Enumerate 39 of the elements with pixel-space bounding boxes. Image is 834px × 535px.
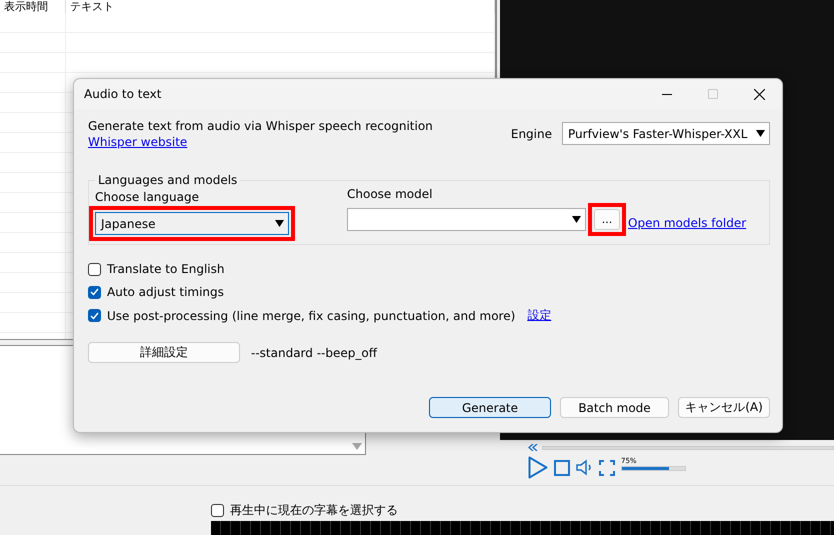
- engine-dropdown[interactable]: Purfview's Faster-Whisper-XXL: [562, 122, 770, 145]
- checkbox[interactable]: [88, 262, 101, 276]
- volume-slider[interactable]: [621, 466, 686, 470]
- engine-label: Engine: [510, 126, 552, 140]
- scroll-down-icon: [352, 443, 362, 450]
- model-label: Choose model: [347, 187, 434, 201]
- stop-icon[interactable]: [554, 460, 570, 476]
- option-label: Auto adjust timings: [107, 285, 224, 299]
- fullscreen-icon[interactable]: [599, 460, 615, 476]
- checkbox-label: 再生中に現在の字幕を選択する: [230, 502, 398, 518]
- column-header[interactable]: テキスト: [66, 0, 495, 13]
- description-text: Generate text from audio via Whisper speech recognition: [88, 119, 433, 133]
- play-icon[interactable]: [528, 456, 548, 479]
- dialog-button[interactable]: Batch mode: [560, 397, 669, 418]
- dialog-button[interactable]: キャンセル(A): [678, 397, 770, 418]
- column-header[interactable]: 表示時間: [0, 0, 66, 13]
- browse-button[interactable]: ...: [594, 209, 620, 230]
- window-title: Audio to text: [84, 87, 162, 101]
- language-dropdown[interactable]: Japanese: [95, 212, 289, 235]
- model-dropdown[interactable]: [347, 208, 586, 231]
- language-label: Choose language: [95, 190, 200, 204]
- checkbox[interactable]: [88, 309, 101, 322]
- checkbox[interactable]: [88, 286, 101, 298]
- option-label: Translate to English: [107, 262, 224, 276]
- arguments-text: --standard --beep_off: [251, 346, 377, 360]
- dialog-button[interactable]: Generate: [429, 397, 551, 418]
- advanced-settings-button[interactable]: 詳細設定: [88, 342, 240, 363]
- group-legend: Languages and models: [95, 173, 240, 187]
- caret-icon: [756, 130, 765, 137]
- option-label: Use post-processing (line merge, fix casing, punctuation, and more): [107, 308, 516, 322]
- speaker-icon[interactable]: [576, 459, 593, 476]
- website-link[interactable]: Whisper website: [88, 135, 433, 149]
- settings-link[interactable]: 設定: [527, 307, 552, 324]
- checkbox[interactable]: [211, 504, 224, 516]
- caret-icon: [572, 216, 581, 223]
- rewind-icon[interactable]: [528, 444, 538, 451]
- close-icon[interactable]: [754, 88, 764, 100]
- open-folder-link[interactable]: Open models folder: [628, 216, 746, 230]
- caret-icon: [275, 220, 284, 227]
